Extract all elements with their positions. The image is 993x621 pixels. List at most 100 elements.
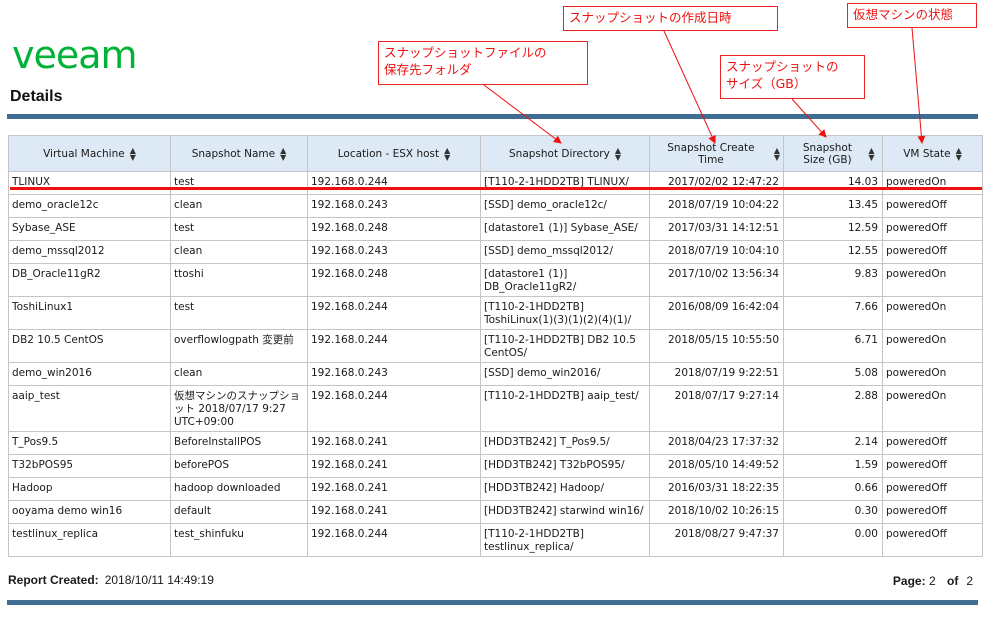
table-header-row: Virtual Machine ▲ ▼ Snapshot Name ▲ ▼ Locati… xyxy=(8,135,983,172)
column-header-virtual-machine[interactable]: Virtual Machine ▲ ▼ xyxy=(8,135,171,172)
table-row: TLINUX test 192.168.0.244 [T110-2-1HDD2TB] … xyxy=(8,171,983,195)
cell-virtual-machine: Hadoop xyxy=(8,477,171,501)
header-divider xyxy=(7,114,978,119)
cell-snapshot-directory: [SSD] demo_win2016/ xyxy=(480,362,650,386)
cell-snapshot-directory: [T110-2-1HDD2TB] TLINUX/ xyxy=(480,171,650,195)
cell-create-time: 2018/07/19 10:04:10 xyxy=(649,240,784,264)
highlight-underline xyxy=(10,187,982,190)
table-body: TLINUX test 192.168.0.244 [T110-2-1HDD2TB] … xyxy=(8,171,983,557)
cell-snapshot-name: hadoop downloaded xyxy=(170,477,308,501)
table-row: testlinux_replica test_shinfuku 192.168.0.… xyxy=(8,523,983,557)
cell-create-time: 2017/02/02 12:47:22 xyxy=(649,171,784,195)
cell-snapshot-name: clean xyxy=(170,362,308,386)
cell-snapshot-directory: [T110-2-1HDD2TB] DB2 10.5 CentOS/ xyxy=(480,329,650,363)
cell-snapshot-size: 7.66 xyxy=(783,296,883,330)
cell-virtual-machine: demo_win2016 xyxy=(8,362,171,386)
cell-vm-state: poweredOff xyxy=(882,477,983,501)
page-current: 2 xyxy=(928,574,936,588)
report-created: Report Created: 2018/10/11 14:49:19 xyxy=(8,573,214,587)
cell-vm-state: poweredOn xyxy=(882,171,983,195)
cell-snapshot-name: 仮想マシンのスナップショット 2018/07/17 9:27 UTC+09:00 xyxy=(170,385,308,432)
cell-create-time: 2018/07/19 10:04:22 xyxy=(649,194,784,218)
cell-create-time: 2016/08/09 16:42:04 xyxy=(649,296,784,330)
table-row: Sybase_ASE test 192.168.0.248 [datastore1 (… xyxy=(8,217,983,241)
cell-vm-state: poweredOff xyxy=(882,431,983,455)
cell-snapshot-directory: [datastore1 (1)] DB_Oracle11gR2/ xyxy=(480,263,650,297)
cell-create-time: 2018/05/10 14:49:52 xyxy=(649,454,784,478)
pagination: Page: 2 of 2 xyxy=(893,574,973,588)
cell-snapshot-size: 0.66 xyxy=(783,477,883,501)
cell-create-time: 2018/04/23 17:37:32 xyxy=(649,431,784,455)
logo-text: veeam xyxy=(12,37,137,73)
sort-icon[interactable]: ▲ ▼ xyxy=(130,146,136,161)
column-header-vm-state[interactable]: VM State ▲ ▼ xyxy=(882,135,983,172)
cell-snapshot-size: 5.08 xyxy=(783,362,883,386)
cell-virtual-machine: demo_mssql2012 xyxy=(8,240,171,264)
cell-snapshot-name: ttoshi xyxy=(170,263,308,297)
cell-snapshot-directory: [T110-2-1HDD2TB] aaip_test/ xyxy=(480,385,650,432)
cell-snapshot-size: 14.03 xyxy=(783,171,883,195)
cell-virtual-machine: DB2 10.5 CentOS xyxy=(8,329,171,363)
footer-divider xyxy=(7,600,978,605)
cell-create-time: 2017/10/02 13:56:34 xyxy=(649,263,784,297)
cell-vm-state: poweredOn xyxy=(882,263,983,297)
report-created-label: Report Created: xyxy=(8,573,99,587)
cell-location: 192.168.0.248 xyxy=(307,263,481,297)
column-header-snapshot-size[interactable]: Snapshot Size (GB) ▲ ▼ xyxy=(783,135,883,172)
cell-vm-state: poweredOff xyxy=(882,240,983,264)
cell-create-time: 2018/10/02 10:26:15 xyxy=(649,500,784,524)
cell-location: 192.168.0.244 xyxy=(307,385,481,432)
cell-snapshot-directory: [T110-2-1HDD2TB] testlinux_replica/ xyxy=(480,523,650,557)
page-of-label: of xyxy=(946,574,959,588)
snapshot-table: Virtual Machine ▲ ▼ Snapshot Name ▲ ▼ Locati… xyxy=(8,135,983,557)
sort-icon[interactable]: ▲ ▼ xyxy=(444,146,450,161)
cell-snapshot-size: 9.83 xyxy=(783,263,883,297)
cell-vm-state: poweredOff xyxy=(882,454,983,478)
cell-virtual-machine: ooyama demo win16 xyxy=(8,500,171,524)
column-header-location[interactable]: Location - ESX host ▲ ▼ xyxy=(307,135,481,172)
column-header-create-time[interactable]: Snapshot Create Time ▲ ▼ xyxy=(649,135,784,172)
page-total: 2 xyxy=(966,574,973,588)
cell-virtual-machine: TLINUX xyxy=(8,171,171,195)
cell-snapshot-directory: [SSD] demo_mssql2012/ xyxy=(480,240,650,264)
table-row: DB2 10.5 CentOS overflowlogpath 変更前 192.16… xyxy=(8,329,983,363)
sort-icon[interactable]: ▲ ▼ xyxy=(615,146,621,161)
cell-snapshot-size: 0.00 xyxy=(783,523,883,557)
cell-virtual-machine: T_Pos9.5 xyxy=(8,431,171,455)
sort-icon[interactable]: ▲ ▼ xyxy=(868,146,874,161)
column-header-snapshot-name[interactable]: Snapshot Name ▲ ▼ xyxy=(170,135,308,172)
arrow-create-time xyxy=(663,30,716,144)
table-row: demo_mssql2012 clean 192.168.0.243 [SSD] de… xyxy=(8,240,983,264)
cell-vm-state: poweredOff xyxy=(882,523,983,557)
cell-location: 192.168.0.241 xyxy=(307,454,481,478)
cell-vm-state: poweredOn xyxy=(882,329,983,363)
cell-location: 192.168.0.244 xyxy=(307,171,481,195)
sort-icon[interactable]: ▲ ▼ xyxy=(956,146,962,161)
cell-virtual-machine: aaip_test xyxy=(8,385,171,432)
cell-location: 192.168.0.241 xyxy=(307,431,481,455)
cell-create-time: 2018/05/15 10:55:50 xyxy=(649,329,784,363)
cell-create-time: 2018/07/17 9:27:14 xyxy=(649,385,784,432)
cell-snapshot-directory: [HDD3TB242] T_Pos9.5/ xyxy=(480,431,650,455)
annotation-create-time: スナップショットの作成日時 xyxy=(563,6,778,31)
sort-icon[interactable]: ▲ ▼ xyxy=(280,146,286,161)
table-row: DB_Oracle11gR2 ttoshi 192.168.0.248 [datast… xyxy=(8,263,983,297)
column-header-snapshot-directory[interactable]: Snapshot Directory ▲ ▼ xyxy=(480,135,650,172)
page-title: Details xyxy=(10,88,63,105)
cell-vm-state: poweredOff xyxy=(882,500,983,524)
table-row: T_Pos9.5 BeforeInstallPOS 192.168.0.241 [HD… xyxy=(8,431,983,455)
cell-virtual-machine: ToshiLinux1 xyxy=(8,296,171,330)
sort-icon[interactable]: ▲ ▼ xyxy=(774,146,780,161)
cell-snapshot-directory: [HDD3TB242] Hadoop/ xyxy=(480,477,650,501)
cell-snapshot-directory: [T110-2-1HDD2TB] ToshiLinux(1)(3)(1)(2)(… xyxy=(480,296,650,330)
cell-snapshot-size: 12.55 xyxy=(783,240,883,264)
annotation-directory: スナップショットファイルの 保存先フォルダ xyxy=(378,41,588,85)
cell-snapshot-name: test_shinfuku xyxy=(170,523,308,557)
cell-snapshot-size: 6.71 xyxy=(783,329,883,363)
cell-virtual-machine: testlinux_replica xyxy=(8,523,171,557)
cell-snapshot-size: 13.45 xyxy=(783,194,883,218)
cell-snapshot-size: 1.59 xyxy=(783,454,883,478)
arrow-vm-state xyxy=(911,27,926,144)
cell-vm-state: poweredOn xyxy=(882,296,983,330)
cell-vm-state: poweredOn xyxy=(882,385,983,432)
